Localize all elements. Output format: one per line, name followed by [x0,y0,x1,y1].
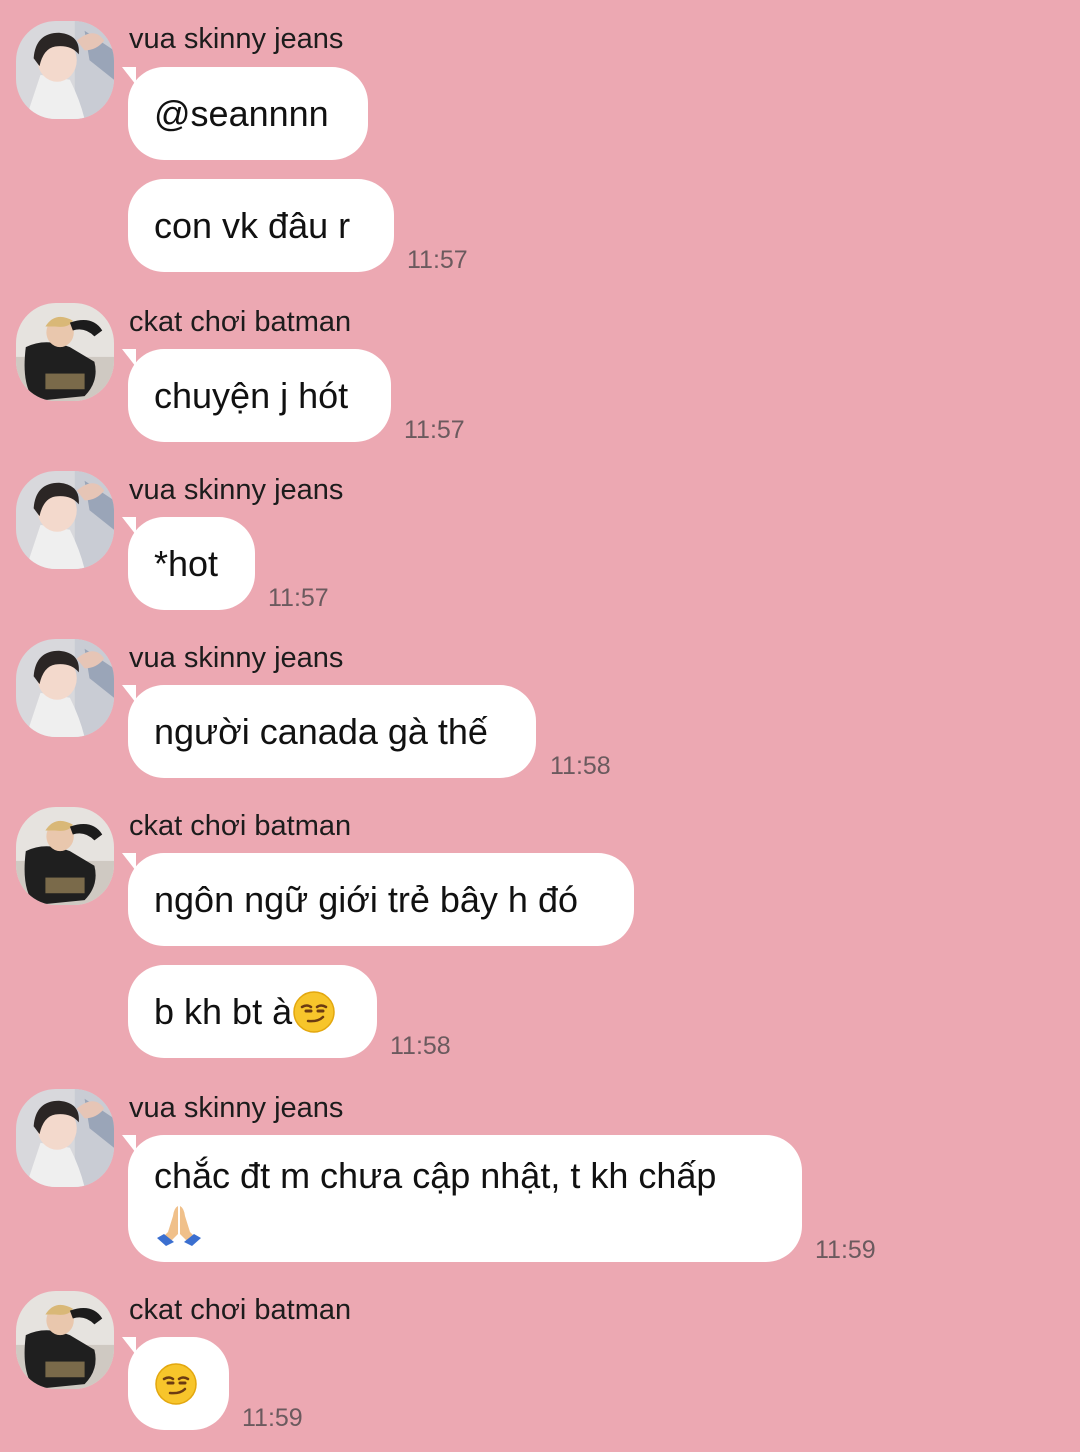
sender-name: ckat chơi batman [129,306,352,338]
sender-name: vua skinny jeans [129,23,344,55]
message-text: con vk đâu r [154,204,351,246]
message-timestamp: 11:58 [390,1032,451,1060]
message-timestamp: 11:58 [550,752,611,780]
user-avatar-image [16,1291,114,1389]
message-timestamp: 11:57 [268,584,329,612]
sender-name: vua skinny jeans [129,474,344,506]
message-text: *hot [154,542,219,584]
message-bubble[interactable] [122,1337,229,1430]
message-bubble[interactable]: chuyện j hót [122,349,391,442]
smirking-face-icon [292,990,336,1034]
user-avatar-image [16,21,114,119]
avatar[interactable] [16,303,114,401]
message-bubble[interactable]: người canada gà thế [122,685,536,778]
sender-name: vua skinny jeans [129,642,344,674]
user-avatar-image [16,1089,114,1187]
user-avatar-image [16,639,114,737]
avatar[interactable] [16,21,114,119]
message-bubble[interactable]: @seannnn [122,67,368,160]
folded-hands-icon [154,1202,204,1246]
avatar[interactable] [16,1089,114,1187]
message-timestamp: 11:57 [407,246,468,274]
user-avatar-image [16,303,114,401]
message-bubble[interactable]: b kh bt à [128,965,377,1058]
avatar[interactable] [16,807,114,905]
sender-name: ckat chơi batman [129,810,352,842]
message-timestamp: 11:59 [242,1404,303,1432]
message-text: chuyện j hót [154,374,349,416]
message-bubble[interactable]: con vk đâu r [128,179,394,272]
avatar[interactable] [16,1291,114,1389]
message-bubble[interactable]: chắc đt m chưa cập nhật, t kh chấp [122,1135,802,1262]
message-bubble[interactable]: *hot [122,517,255,610]
message-timestamp: 11:59 [815,1236,876,1264]
sender-name: ckat chơi batman [129,1294,352,1326]
message-text: chắc đt m chưa cập nhật, t kh chấp [154,1155,717,1196]
message-text: b kh bt à [154,990,293,1032]
message-timestamp: 11:57 [404,416,465,444]
user-avatar-image [16,471,114,569]
message-text: ngôn ngữ giới trẻ bây h đó [154,878,578,920]
message-text: người canada gà thế [154,710,488,752]
avatar[interactable] [16,639,114,737]
avatar[interactable] [16,471,114,569]
message-text: @seannnn [154,92,329,134]
user-avatar-image [16,807,114,905]
message-bubble[interactable]: ngôn ngữ giới trẻ bây h đó [122,853,634,946]
smirking-face-icon [154,1362,198,1406]
sender-name: vua skinny jeans [129,1092,344,1124]
